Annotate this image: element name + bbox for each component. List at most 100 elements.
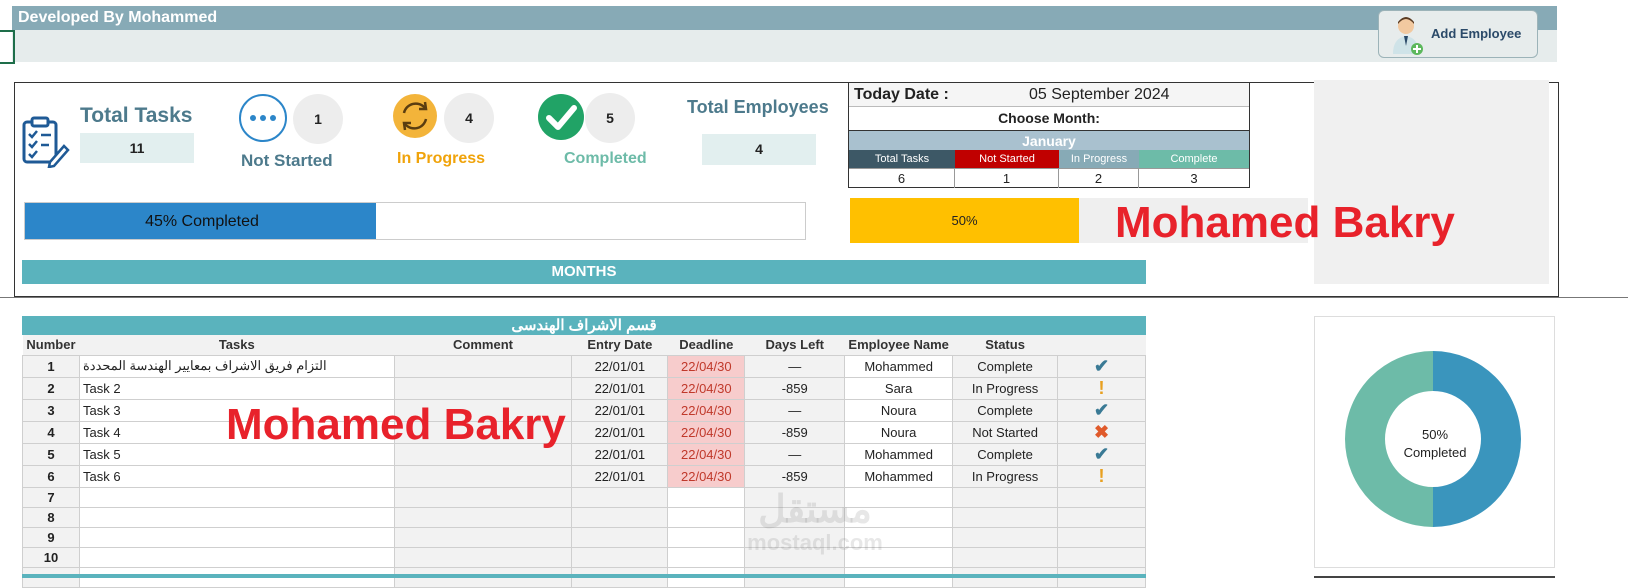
status-icon-empty	[1057, 526, 1146, 548]
table-row[interactable]: 9	[22, 526, 1146, 548]
cell-num[interactable]: 10	[22, 546, 80, 568]
cell-num[interactable]: 1	[22, 354, 80, 378]
cell-entry[interactable]: 22/01/01	[571, 376, 669, 400]
top-banner: Developed By Mohammed	[12, 6, 1557, 30]
cell-comment[interactable]	[393, 486, 573, 508]
cell-days[interactable]: —	[744, 442, 846, 466]
cell-employee[interactable]: Noura	[844, 420, 954, 444]
cell-comment[interactable]	[393, 376, 573, 400]
cell-status[interactable]	[952, 546, 1059, 568]
not-started-count: 1	[293, 94, 343, 144]
summary-col-not-started: Not Started	[955, 150, 1059, 168]
table-row[interactable]: 1 التزام فريق الاشراف بمعايير الهندسة الم…	[22, 354, 1146, 378]
cell-entry[interactable]: 22/01/01	[571, 354, 669, 378]
cell-status[interactable]: In Progress	[952, 376, 1059, 400]
cell-comment[interactable]	[393, 506, 573, 528]
cell-entry[interactable]	[571, 486, 669, 508]
cell-entry[interactable]	[571, 546, 669, 568]
cell-deadline[interactable]	[667, 546, 746, 568]
cell-task[interactable]	[78, 486, 395, 508]
user-add-icon	[1393, 17, 1423, 55]
cell-days[interactable]: —	[744, 354, 846, 378]
cell-status[interactable]: Complete	[952, 442, 1059, 466]
cell-task[interactable]	[78, 526, 395, 548]
cell-num[interactable]: 7	[22, 486, 80, 508]
cell-num[interactable]: 5	[22, 442, 80, 466]
table-row[interactable]: 8	[22, 506, 1146, 528]
table-row[interactable]: 3 Task 3 22/01/01 22/04/30— Noura Complete ✔	[22, 398, 1146, 422]
cell-task[interactable]: Task 6	[78, 464, 395, 488]
cell-task[interactable]: التزام فريق الاشراف بمعايير الهندسة المح…	[78, 354, 395, 378]
cell-entry[interactable]: 22/01/01	[571, 442, 669, 466]
cell-status[interactable]: Complete	[952, 354, 1059, 378]
col-status-icon	[1057, 335, 1146, 356]
tasks-table: Number Tasks Comment Entry Date Deadline…	[22, 335, 1146, 588]
cell-num[interactable]: 3	[22, 398, 80, 422]
cell-deadline[interactable]: 22/04/30	[667, 376, 746, 400]
cell-days[interactable]: —	[744, 398, 846, 422]
overall-progress-label: 45% Completed	[145, 213, 259, 230]
cell-deadline[interactable]: 22/04/30	[667, 398, 746, 422]
col-status: Status	[952, 335, 1058, 356]
selected-cell[interactable]	[0, 30, 15, 64]
cell-entry[interactable]: 22/01/01	[571, 420, 669, 444]
cell-num[interactable]: 4	[22, 420, 80, 444]
cell-status[interactable]: In Progress	[952, 464, 1059, 488]
cell-comment[interactable]	[393, 464, 573, 488]
cross-icon: ✖	[1057, 420, 1146, 444]
cell-status[interactable]: Not Started	[952, 420, 1059, 444]
cell-status[interactable]	[952, 506, 1059, 528]
cell-entry[interactable]	[571, 526, 669, 548]
cell-deadline[interactable]	[667, 506, 746, 528]
months-bar[interactable]: MONTHS	[22, 260, 1146, 284]
month-selector[interactable]: January	[849, 130, 1249, 150]
table-row[interactable]: 10	[22, 546, 1146, 568]
cell-status[interactable]	[952, 526, 1059, 548]
cell-status[interactable]	[952, 486, 1059, 508]
cell-comment[interactable]	[393, 354, 573, 378]
cell-entry[interactable]: 22/01/01	[571, 464, 669, 488]
status-icon-empty	[1057, 486, 1146, 508]
cell-num[interactable]: 6	[22, 464, 80, 488]
cell-entry[interactable]	[571, 506, 669, 528]
table-row[interactable]: 5 Task 5 22/01/01 22/04/30— Mohammed Complete…	[22, 442, 1146, 466]
cell-days[interactable]: -859	[744, 376, 846, 400]
cell-employee[interactable]: Noura	[844, 398, 954, 422]
col-deadline: Deadline	[667, 335, 745, 356]
overall-progress-bar: 45% Completed	[24, 202, 806, 240]
cell-num[interactable]: 8	[22, 506, 80, 528]
cell-comment[interactable]	[393, 546, 573, 568]
cell-task[interactable]	[78, 546, 395, 568]
cell-deadline[interactable]	[667, 526, 746, 548]
total-employees-value: 4	[702, 134, 816, 165]
cell-employee[interactable]: Mohammed	[844, 354, 954, 378]
cell-num[interactable]: 2	[22, 376, 80, 400]
table-row[interactable]: 2 Task 2 22/01/01 22/04/30 -859 Sara In Progre…	[22, 376, 1146, 400]
status-icon-empty	[1057, 506, 1146, 528]
cell-num[interactable]: 9	[22, 526, 80, 548]
site-watermark: مستقل mostaql.com	[740, 490, 890, 556]
summary-not-started-value: 1	[955, 169, 1059, 188]
cell-days[interactable]: -859	[744, 420, 846, 444]
col-tasks: Tasks	[79, 335, 395, 356]
table-row[interactable]: 7	[22, 486, 1146, 508]
cell-deadline[interactable]: 22/04/30	[667, 420, 746, 444]
table-row[interactable]: 6 Task 6 22/01/01 22/04/30 -859 Mohammed In Pr…	[22, 464, 1146, 488]
cell-comment[interactable]	[393, 526, 573, 548]
cell-deadline[interactable]: 22/04/30	[667, 354, 746, 378]
col-days-left: Days Left	[744, 335, 845, 356]
cell-days[interactable]: -859	[744, 464, 846, 488]
cell-task[interactable]: Task 2	[78, 376, 395, 400]
cell-employee[interactable]: Mohammed	[844, 464, 954, 488]
add-employee-button[interactable]: Add Employee	[1378, 10, 1538, 58]
cell-deadline[interactable]	[667, 486, 746, 508]
cell-task[interactable]	[78, 506, 395, 528]
cell-status[interactable]: Complete	[952, 398, 1059, 422]
cell-employee[interactable]: Mohammed	[844, 442, 954, 466]
divider	[0, 297, 1628, 298]
cell-deadline[interactable]: 22/04/30	[667, 442, 746, 466]
cell-deadline[interactable]: 22/04/30	[667, 464, 746, 488]
cell-employee[interactable]: Sara	[844, 376, 954, 400]
table-row[interactable]: 4 Task 4 22/01/01 22/04/30 -859 Noura Not Star…	[22, 420, 1146, 444]
cell-entry[interactable]: 22/01/01	[571, 398, 669, 422]
